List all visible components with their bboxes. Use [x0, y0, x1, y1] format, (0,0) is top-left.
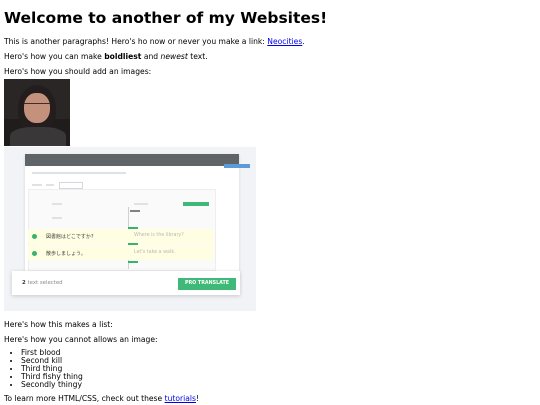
outro-paragraph: To learn more HTML/CSS, check out these …: [4, 393, 534, 404]
app-title-bar: [25, 154, 239, 166]
placeholder-line: [32, 172, 126, 174]
formatting-paragraph: Hero's how you can make boldliest and ne…: [4, 51, 536, 62]
images-intro: Hero's how you should add an images:: [4, 67, 152, 76]
placeholder-line: [46, 184, 54, 186]
lower-content: Here's how this makes a list: Here's how…: [4, 319, 534, 404]
intro-paragraph: This is another paragraphs! Hero's ho no…: [4, 36, 536, 47]
formatting-and: and: [141, 52, 161, 61]
placeholder-line: [32, 184, 42, 186]
image-note: Here's how you cannot allows an image:: [4, 335, 158, 344]
source-text: 散歩しましょう。: [46, 251, 86, 257]
panel-green-button: [183, 202, 209, 206]
placeholder-line: [52, 203, 62, 205]
filter-box: [59, 182, 83, 189]
target-text: Where is the library?: [134, 233, 184, 238]
selection-label: text selected: [25, 280, 63, 286]
italic-text: newest: [160, 52, 188, 61]
bullet-list: First blood Second kill Third thing Thir…: [4, 349, 534, 389]
check-icon: [32, 251, 37, 256]
selection-bar: 2 text selected PRO TRANSLATE: [12, 271, 240, 295]
check-icon: [32, 234, 37, 239]
formatting-end: text.: [187, 52, 208, 61]
list-item: First blood: [21, 349, 534, 357]
photo-shirt: [10, 127, 66, 146]
list-intro: Here's how this makes a list:: [4, 320, 113, 329]
list-item: Third thing: [21, 365, 534, 373]
page-body: Welcome to another of my Websites! This …: [0, 0, 540, 77]
row-marker: [128, 243, 138, 245]
target-text: Let's take a walk.: [134, 250, 176, 255]
list-item: Secondly thingy: [21, 381, 534, 389]
photo-glasses: [24, 103, 50, 110]
app-blue-button: [224, 164, 250, 168]
placeholder-line: [134, 203, 148, 205]
neocities-link[interactable]: Neocities: [267, 37, 302, 46]
page-title: Welcome to another of my Websites!: [4, 9, 328, 27]
intro-text: This is another paragraphs! Hero's ho no…: [4, 37, 268, 46]
row-marker: [128, 227, 138, 229]
placeholder-line: [52, 217, 62, 219]
pro-translate-button[interactable]: PRO TRANSLATE: [178, 278, 236, 290]
panel-tab: [130, 210, 140, 212]
profile-photo: [4, 79, 70, 146]
bold-text: boldliest: [104, 52, 142, 61]
row-marker: [128, 261, 138, 263]
outro-exclamation: !: [195, 394, 200, 403]
source-text: 図書館はどこですか?: [46, 234, 94, 240]
selection-status: 2 text selected: [22, 280, 63, 286]
tutorials-link[interactable]: tutorials: [165, 394, 196, 403]
intro-period: .: [302, 37, 305, 46]
list-item: Third fishy thing: [21, 373, 534, 381]
outro-text: To learn more HTML/CSS, check out these: [4, 394, 165, 403]
list-item: Second kill: [21, 357, 534, 365]
formatting-text: Hero's how you can make: [4, 52, 105, 61]
translate-app-screenshot: 図書館はどこですか? Where is the library? 散歩しましょう…: [4, 147, 256, 311]
